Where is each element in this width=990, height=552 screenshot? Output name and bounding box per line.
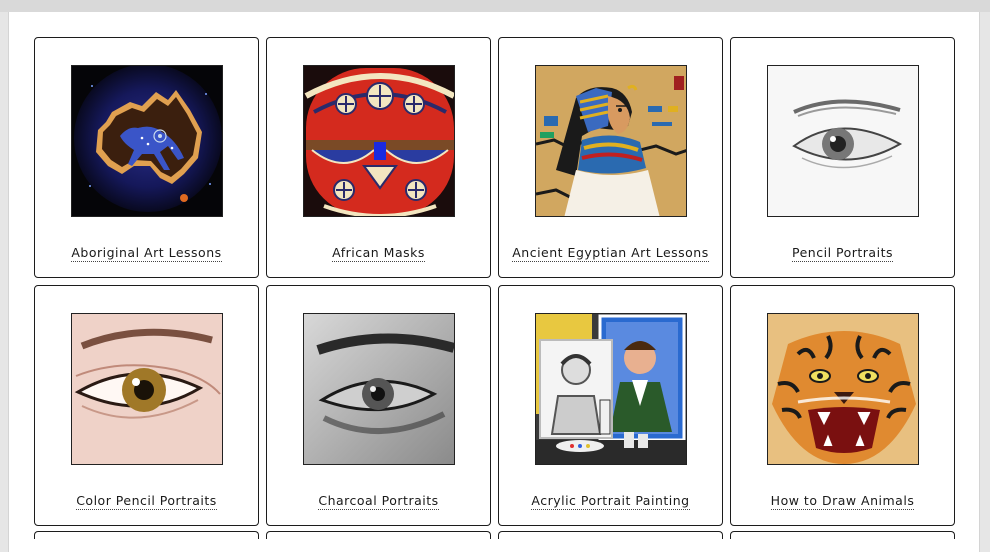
pencil-eye-drawing-icon[interactable] bbox=[767, 65, 919, 217]
aboriginal-art-link[interactable]: Aboriginal Art Lessons bbox=[71, 245, 222, 262]
tiger-face-drawing-icon[interactable] bbox=[767, 313, 919, 465]
charcoal-portraits-link[interactable]: Charcoal Portraits bbox=[318, 493, 439, 510]
draw-animals-link[interactable]: How to Draw Animals bbox=[770, 493, 915, 510]
african-masks-link[interactable]: African Masks bbox=[332, 245, 425, 262]
gallery-card-egyptian-art[interactable]: Ancient Egyptian Art Lessons bbox=[498, 37, 723, 278]
african-mask-art-icon[interactable] bbox=[303, 65, 455, 217]
egyptian-pharaoh-art-icon[interactable] bbox=[535, 65, 687, 217]
color-pencil-eye-drawing-icon[interactable] bbox=[71, 313, 223, 465]
top-bar bbox=[0, 0, 990, 12]
gallery-card-partial[interactable] bbox=[498, 531, 723, 539]
gallery-card-acrylic-portrait[interactable]: Acrylic Portrait Painting bbox=[498, 285, 723, 526]
charcoal-eye-drawing-icon[interactable] bbox=[303, 313, 455, 465]
gallery-card-draw-animals[interactable]: How to Draw Animals bbox=[730, 285, 955, 526]
gallery-card-partial[interactable] bbox=[730, 531, 955, 539]
gallery-card-partial[interactable] bbox=[266, 531, 491, 539]
acrylic-portrait-link[interactable]: Acrylic Portrait Painting bbox=[531, 493, 690, 510]
gallery-card-partial[interactable] bbox=[34, 531, 259, 539]
egyptian-art-link[interactable]: Ancient Egyptian Art Lessons bbox=[512, 245, 709, 262]
pencil-portraits-link[interactable]: Pencil Portraits bbox=[792, 245, 893, 262]
gallery-card-charcoal-portraits[interactable]: Charcoal Portraits bbox=[266, 285, 491, 526]
gallery-card-aboriginal-art[interactable]: Aboriginal Art Lessons bbox=[34, 37, 259, 278]
gallery-card-african-masks[interactable]: African Masks bbox=[266, 37, 491, 278]
gallery-card-color-pencil-portraits[interactable]: Color Pencil Portraits bbox=[34, 285, 259, 526]
acrylic-portrait-paintings-icon[interactable] bbox=[535, 313, 687, 465]
gallery-card-pencil-portraits[interactable]: Pencil Portraits bbox=[730, 37, 955, 278]
aboriginal-kangaroo-art-icon[interactable] bbox=[71, 65, 223, 217]
color-pencil-portraits-link[interactable]: Color Pencil Portraits bbox=[76, 493, 217, 510]
